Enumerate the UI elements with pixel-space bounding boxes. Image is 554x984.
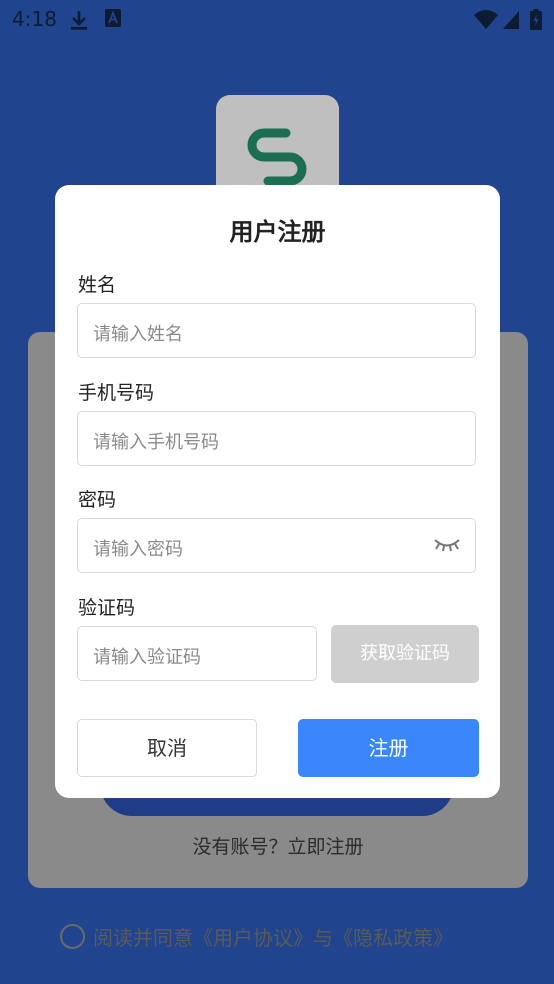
status-time: 4:18 — [12, 7, 57, 31]
agreement-radio[interactable] — [60, 924, 85, 949]
agreement-row[interactable]: 阅读并同意《用户协议》与《隐私政策》 — [60, 922, 453, 951]
password-label: 密码 — [78, 489, 117, 511]
code-label: 验证码 — [78, 597, 136, 619]
get-code-button[interactable]: 获取验证码 — [331, 625, 479, 683]
wifi-icon — [474, 9, 498, 33]
name-label: 姓名 — [78, 274, 117, 296]
password-placeholder: 请输入密码 — [93, 539, 183, 560]
register-button[interactable]: 注册 — [298, 719, 479, 777]
battery-charging-icon — [530, 9, 542, 34]
code-placeholder: 请输入验证码 — [93, 647, 201, 668]
register-dialog: 用户注册 姓名 请输入姓名 手机号码 请输入手机号码 密码 请输入密码 验证码 … — [55, 185, 500, 798]
status-bar: 4:18 — [0, 0, 554, 40]
signal-icon — [503, 9, 519, 33]
cancel-button[interactable]: 取消 — [77, 719, 257, 777]
register-link[interactable]: 没有账号？立即注册 — [28, 832, 528, 859]
name-input[interactable]: 请输入姓名 — [77, 303, 476, 358]
a-notification-icon — [105, 9, 121, 31]
download-icon — [70, 9, 88, 35]
phone-placeholder: 请输入手机号码 — [93, 432, 219, 453]
phone-input[interactable]: 请输入手机号码 — [77, 411, 476, 466]
dialog-title: 用户注册 — [229, 218, 326, 246]
agreement-text[interactable]: 阅读并同意《用户协议》与《隐私政策》 — [93, 922, 453, 951]
password-input[interactable]: 请输入密码 — [77, 518, 476, 573]
eye-closed-icon[interactable] — [433, 537, 461, 557]
phone-label: 手机号码 — [78, 382, 155, 404]
code-input[interactable]: 请输入验证码 — [77, 626, 317, 681]
name-placeholder: 请输入姓名 — [93, 324, 183, 345]
app-logo-icon — [247, 128, 307, 185]
